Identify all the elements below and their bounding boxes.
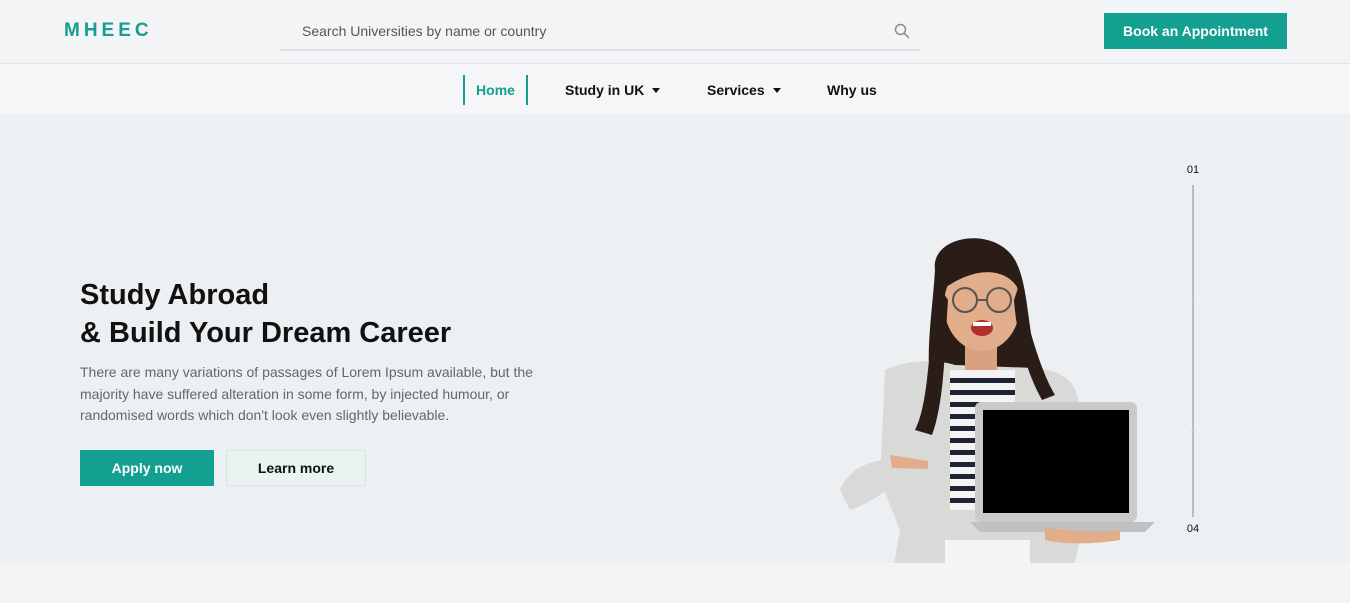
slide-tick [1191, 298, 1195, 299]
search-bar [280, 12, 920, 51]
hero-title: Study Abroad & Build Your Dream Career [80, 276, 451, 352]
nav-item-services[interactable]: Services [707, 75, 781, 105]
slide-tick [1191, 431, 1195, 432]
nav-item-label: Why us [827, 82, 877, 98]
nav-item-home[interactable]: Home [463, 75, 528, 105]
search-input[interactable] [280, 12, 880, 49]
apply-now-button[interactable]: Apply now [80, 450, 214, 486]
nav-item-label: Study in UK [565, 82, 645, 98]
hero-person-image [840, 238, 1155, 586]
caret-down-icon [652, 87, 661, 93]
nav-item-why-us[interactable]: Why us [827, 75, 877, 105]
search-icon[interactable] [894, 23, 910, 39]
logo[interactable]: MHEEC [64, 20, 153, 42]
hero-description: There are many variations of passages of… [80, 364, 533, 423]
caret-down-icon [772, 87, 781, 93]
nav-item-label: Home [476, 82, 515, 98]
hero-section: Study Abroad & Build Your Dream Career T… [0, 114, 1350, 586]
nav-item-label: Services [707, 82, 765, 98]
slide-indicator[interactable]: 01 04 [1180, 164, 1206, 544]
book-appointment-button[interactable]: Book an Appointment [1104, 13, 1287, 49]
top-header: MHEEC Book an Appointment [0, 0, 1350, 64]
hero-title-line-2: & Build Your Dream Career [80, 317, 452, 349]
slide-number-first: 01 [1186, 164, 1200, 176]
slide-track[interactable] [1192, 185, 1194, 517]
slide-number-last: 04 [1186, 523, 1200, 535]
main-nav: Home Study in UK Services Why us [0, 65, 1350, 114]
hero-title-line-1: Study Abroad [80, 279, 270, 311]
learn-more-button[interactable]: Learn more [226, 450, 366, 486]
page-bottom-strip [0, 563, 1350, 603]
nav-item-study-in-uk[interactable]: Study in UK [565, 75, 661, 105]
